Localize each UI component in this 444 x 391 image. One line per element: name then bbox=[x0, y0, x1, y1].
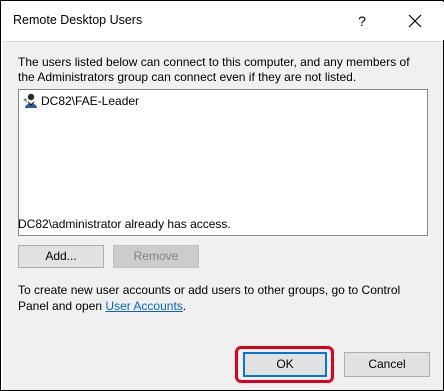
help-button[interactable]: ? bbox=[347, 8, 377, 34]
user-list[interactable]: DC82\FAE-Leader bbox=[18, 89, 428, 236]
list-item[interactable]: DC82\FAE-Leader bbox=[22, 92, 139, 110]
info-text-body: To create new user accounts or add users… bbox=[18, 283, 401, 313]
title-bar: Remote Desktop Users ? bbox=[2, 2, 444, 40]
ok-button[interactable]: OK bbox=[243, 352, 327, 377]
dialog-body: The users listed below can connect to th… bbox=[3, 41, 443, 390]
info-text: To create new user accounts or add users… bbox=[18, 282, 428, 314]
dialog-window: Remote Desktop Users ? The users listed … bbox=[0, 0, 444, 391]
description-text: The users listed below can connect to th… bbox=[18, 55, 410, 84]
access-text: DC82\administrator already has access. bbox=[18, 217, 231, 231]
remove-button[interactable]: Remove bbox=[113, 245, 199, 268]
user-name: DC82\FAE-Leader bbox=[41, 94, 140, 108]
user-accounts-link[interactable]: User Accounts bbox=[105, 299, 182, 313]
cancel-button[interactable]: Cancel bbox=[344, 352, 430, 377]
close-icon bbox=[408, 14, 422, 28]
dialog-title: Remote Desktop Users bbox=[13, 13, 143, 27]
user-icon bbox=[22, 93, 40, 109]
add-button[interactable]: Add... bbox=[18, 245, 104, 268]
info-text-end: . bbox=[182, 299, 187, 313]
close-button[interactable] bbox=[400, 8, 430, 34]
